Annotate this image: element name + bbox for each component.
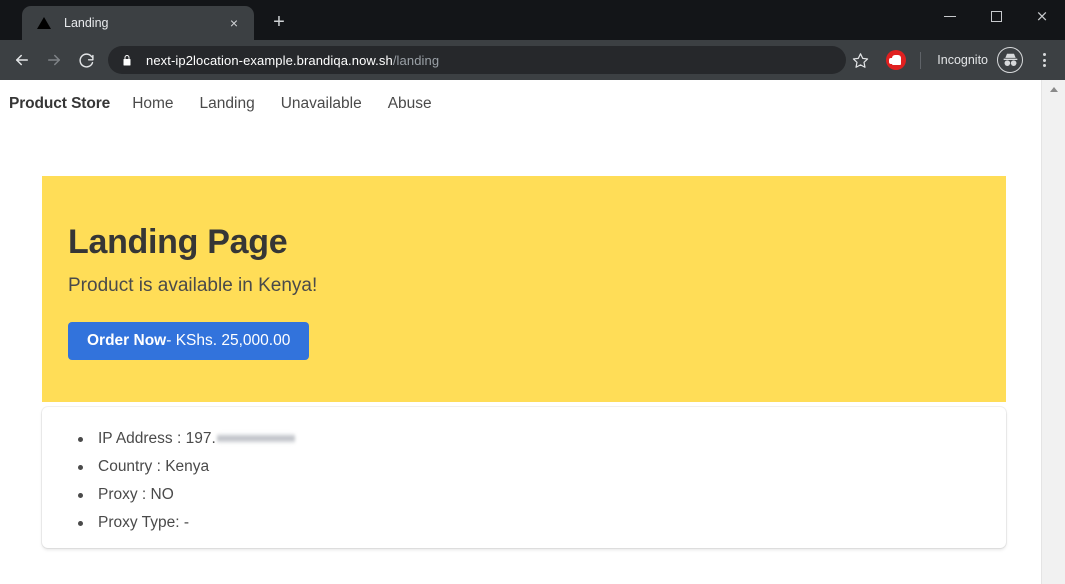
title-bar: Landing × + ×: [0, 0, 1065, 40]
page-title: Landing Page: [68, 223, 288, 261]
order-price-label: - KShs. 25,000.00: [166, 332, 291, 350]
close-window-button[interactable]: ×: [1019, 0, 1065, 32]
browser-window: Landing × + × next-ip2location-example.b…: [0, 0, 1065, 584]
reload-button[interactable]: [70, 44, 102, 76]
tab-strip: Landing × +: [0, 0, 294, 40]
ip-info-list: IP Address : 197. Country : Kenya Proxy …: [76, 425, 1006, 537]
nav-link-unavailable[interactable]: Unavailable: [281, 95, 362, 113]
redacted-ip-octets: [216, 433, 295, 444]
new-tab-button[interactable]: +: [264, 7, 294, 37]
three-dot-menu-button[interactable]: [1031, 46, 1057, 74]
bookmark-star-icon[interactable]: [846, 46, 874, 74]
list-item-proxy: Proxy : NO: [76, 481, 1006, 509]
url-domain: next-ip2location-example.brandiqa.now.sh: [146, 52, 393, 68]
nav-links: Home Landing Unavailable Abuse: [132, 95, 457, 113]
page-viewport: Product Store Home Landing Unavailable A…: [0, 80, 1065, 584]
ip-info-card: IP Address : 197. Country : Kenya Proxy …: [42, 407, 1006, 548]
nav-link-home[interactable]: Home: [132, 95, 173, 113]
list-item-country: Country : Kenya: [76, 453, 1006, 481]
incognito-icon: [997, 47, 1023, 73]
url-path: /landing: [392, 52, 440, 68]
ip-address-label: IP Address : 197.: [98, 430, 216, 447]
order-now-button[interactable]: Order Now - KShs. 25,000.00: [68, 322, 310, 361]
minimize-button[interactable]: [927, 0, 973, 32]
vertical-scrollbar[interactable]: [1041, 80, 1065, 584]
maximize-button[interactable]: [973, 0, 1019, 32]
forward-button[interactable]: [38, 44, 70, 76]
list-item-proxy-type: Proxy Type: -: [76, 509, 1006, 537]
triangle-favicon-icon: [36, 15, 52, 31]
lock-icon: [120, 53, 134, 67]
browser-tab-landing[interactable]: Landing ×: [22, 6, 254, 40]
browser-toolbar: next-ip2location-example.brandiqa.now.sh…: [0, 40, 1065, 80]
nav-link-landing[interactable]: Landing: [200, 95, 255, 113]
site-navbar: Product Store Home Landing Unavailable A…: [0, 80, 1041, 128]
incognito-label: Incognito: [937, 53, 988, 67]
tab-close-icon[interactable]: ×: [224, 13, 244, 33]
scroll-up-arrow-icon[interactable]: [1042, 80, 1065, 98]
back-button[interactable]: [6, 44, 38, 76]
url-text: next-ip2location-example.brandiqa.now.sh…: [146, 53, 439, 68]
web-page: Product Store Home Landing Unavailable A…: [0, 80, 1041, 584]
order-now-label: Order Now: [87, 332, 167, 350]
site-brand[interactable]: Product Store: [9, 95, 110, 113]
adblock-extension-icon[interactable]: [886, 50, 907, 70]
tab-title: Landing: [64, 16, 109, 30]
page-subtitle: Product is available in Kenya!: [68, 275, 318, 297]
address-bar[interactable]: next-ip2location-example.brandiqa.now.sh…: [108, 46, 847, 74]
incognito-profile-button[interactable]: Incognito: [925, 47, 1029, 73]
list-item-ip-address: IP Address : 197.: [76, 425, 1006, 453]
hero-jumbotron: Landing Page Product is available in Ken…: [42, 176, 1006, 402]
window-controls: ×: [927, 0, 1065, 32]
nav-link-abuse[interactable]: Abuse: [388, 95, 432, 113]
toolbar-divider: [920, 51, 922, 69]
